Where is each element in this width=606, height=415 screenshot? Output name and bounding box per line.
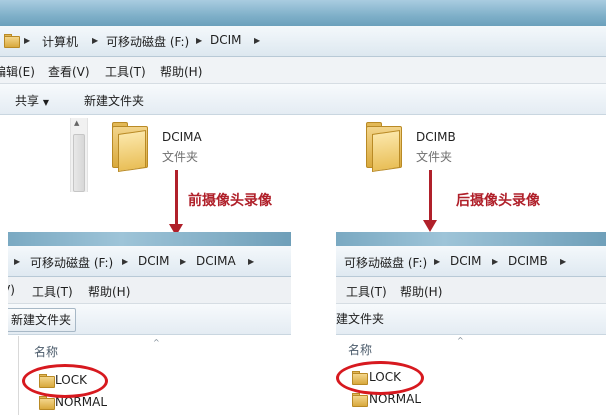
right-explorer-window: 可移动磁盘 (F:) ▶ DCIM ▶ DCIMB ▶ 工具(T) 帮助(H) … (336, 232, 606, 415)
breadcrumb-dcim[interactable]: DCIM (210, 33, 242, 47)
chevron-right-icon[interactable]: ▶ (122, 257, 128, 266)
breadcrumb-removable-disk[interactable]: 可移动磁盘 (F:) (30, 254, 113, 271)
highlight-circle (22, 364, 108, 398)
menu-tools[interactable]: 工具(T) (32, 283, 73, 300)
title-bar (336, 232, 606, 246)
menu-view[interactable]: V) (8, 283, 15, 297)
menu-view[interactable]: 查看(V) (48, 63, 90, 80)
folder-icon (352, 393, 368, 407)
file-list (0, 115, 606, 230)
title-bar (0, 0, 606, 26)
folder-dcima-type: 文件夹 (162, 150, 199, 164)
folder-dcima-name[interactable]: DCIMA (162, 130, 202, 144)
new-folder-button[interactable]: 新建文件夹 (8, 308, 77, 332)
scroll-up-icon[interactable]: ▲ (74, 119, 79, 127)
folder-dcima[interactable] (112, 122, 148, 172)
menu-help[interactable]: 帮助(H) (160, 63, 202, 80)
chevron-right-icon[interactable]: ▶ (196, 36, 202, 45)
scrollbar-thumb[interactable] (73, 134, 85, 192)
left-explorer-window: ▶ 可移动磁盘 (F:) ▶ DCIM ▶ DCIMA ▶ V) 工具(T) 帮… (8, 232, 291, 415)
menu-tools[interactable]: 工具(T) (346, 283, 387, 300)
breadcrumb-computer[interactable]: 计算机 (42, 33, 78, 50)
chevron-down-icon: ▼ (42, 98, 49, 107)
menu-edit[interactable]: 编辑(E) (0, 63, 35, 80)
column-header-name[interactable]: 名称 (348, 341, 372, 358)
toolbar: 共享 ▼ 新建文件夹 (0, 84, 606, 115)
folder-icon (39, 396, 55, 410)
folder-dcimb[interactable] (366, 122, 402, 172)
chevron-right-icon[interactable]: ▶ (434, 257, 440, 266)
new-folder-button[interactable]: 建文件夹 (336, 310, 384, 327)
breadcrumb-removable-disk[interactable]: 可移动磁盘 (F:) (106, 33, 189, 50)
new-folder-button[interactable]: 新建文件夹 (84, 92, 144, 109)
title-bar (8, 232, 291, 246)
folder-dcimb-type: 文件夹 (416, 150, 453, 164)
menu-tools[interactable]: 工具(T) (105, 63, 146, 80)
menu-help[interactable]: 帮助(H) (88, 283, 130, 300)
annotation-arrow (175, 170, 178, 226)
breadcrumb-removable-disk[interactable]: 可移动磁盘 (F:) (344, 254, 427, 271)
annotation-arrow (429, 170, 432, 222)
sort-caret-icon: ^ (153, 338, 160, 347)
menu-bar: 编辑(E) 查看(V) 工具(T) 帮助(H) (0, 57, 606, 84)
navigation-pane-divider (18, 336, 19, 415)
annotation-arrowhead (423, 220, 437, 232)
address-bar[interactable]: ▶ 可移动磁盘 (F:) ▶ DCIM ▶ DCIMA ▶ (8, 246, 291, 277)
breadcrumb-dcim[interactable]: DCIM (450, 254, 482, 268)
chevron-right-icon[interactable]: ▶ (14, 257, 20, 266)
chevron-right-icon[interactable]: ▶ (92, 36, 98, 45)
annotation-rear-camera: 后摄像头录像 (456, 193, 540, 209)
chevron-right-icon[interactable]: ▶ (492, 257, 498, 266)
menu-bar: 工具(T) 帮助(H) (336, 277, 606, 304)
menu-bar: V) 工具(T) 帮助(H) (8, 277, 291, 304)
breadcrumb-dcimb[interactable]: DCIMB (508, 254, 548, 268)
chevron-right-icon[interactable]: ▶ (560, 257, 566, 266)
breadcrumb-dcim[interactable]: DCIM (138, 254, 170, 268)
menu-help[interactable]: 帮助(H) (400, 283, 442, 300)
share-button[interactable]: 共享 ▼ (15, 92, 49, 109)
column-header-name[interactable]: 名称 (34, 343, 58, 360)
annotation-front-camera: 前摄像头录像 (188, 193, 272, 209)
chevron-right-icon[interactable]: ▶ (254, 36, 260, 45)
address-bar[interactable]: 可移动磁盘 (F:) ▶ DCIM ▶ DCIMB ▶ (336, 246, 606, 277)
chevron-right-icon[interactable]: ▶ (248, 257, 254, 266)
highlight-circle (336, 361, 424, 395)
chevron-right-icon[interactable]: ▶ (24, 36, 30, 45)
address-bar[interactable]: ▶ 计算机 ▶ 可移动磁盘 (F:) ▶ DCIM ▶ (0, 26, 606, 57)
chevron-right-icon[interactable]: ▶ (180, 257, 186, 266)
sort-caret-icon: ^ (457, 336, 464, 345)
folder-dcimb-name[interactable]: DCIMB (416, 130, 456, 144)
breadcrumb-dcima[interactable]: DCIMA (196, 254, 236, 268)
